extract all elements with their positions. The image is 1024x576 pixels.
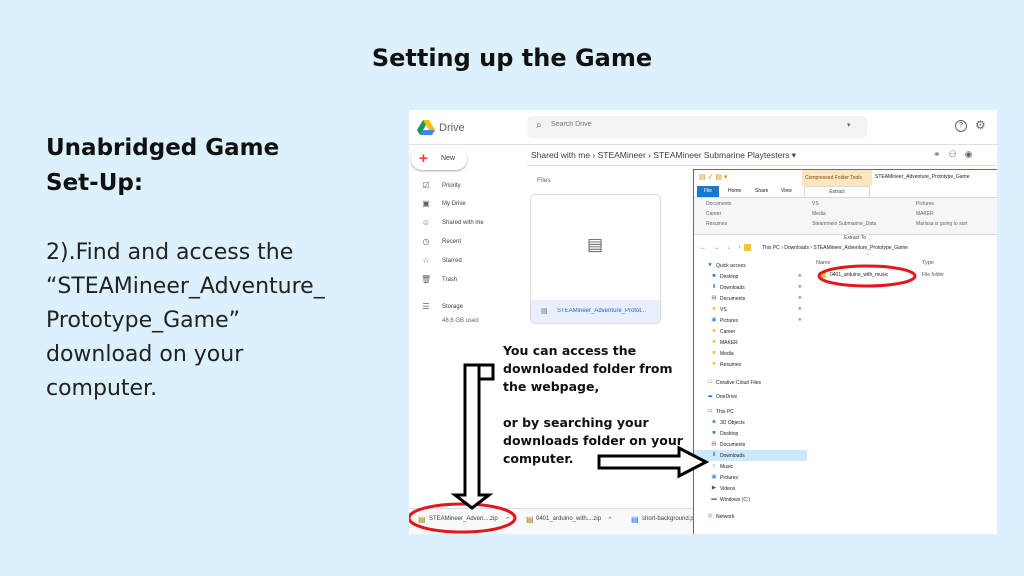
annotation-line: downloads folder on your — [503, 433, 683, 448]
annotation-line: computer. — [503, 451, 574, 466]
heading-line: Set-Up: — [46, 170, 144, 196]
annotation-callout: You can access the downloaded folder fro… — [503, 342, 693, 468]
highlight-ring-folder — [817, 264, 917, 288]
body-line: “STEAMineer_Adventure_ — [46, 274, 325, 299]
annotation-line: downloaded folder from — [503, 361, 673, 376]
embedded-screenshot: Drive ⌕ ▾ ? ⚙ + New ☑ Priority ▣ My Driv… — [409, 110, 997, 534]
body-line: 2).Find and access the — [46, 240, 294, 265]
annotation-spacer — [503, 396, 693, 414]
body-line: download on your — [46, 342, 244, 367]
body-line: computer. — [46, 376, 158, 401]
highlight-ring-download — [409, 502, 517, 534]
section-heading: Unabridged Game Set-Up: — [46, 131, 279, 201]
slide-title: Setting up the Game — [371, 44, 653, 72]
annotation-line: or by searching your — [503, 415, 649, 430]
annotation-overlay — [409, 264, 917, 534]
annotation-line: the webpage, — [503, 379, 600, 394]
body-line: Prototype_Game” — [46, 308, 241, 333]
annotation-line: You can access the — [503, 343, 637, 358]
arrow-down-icon — [450, 363, 494, 510]
instruction-text: 2).Find and access the “STEAMineer_Adven… — [46, 236, 376, 406]
heading-line: Unabridged Game — [46, 135, 280, 161]
